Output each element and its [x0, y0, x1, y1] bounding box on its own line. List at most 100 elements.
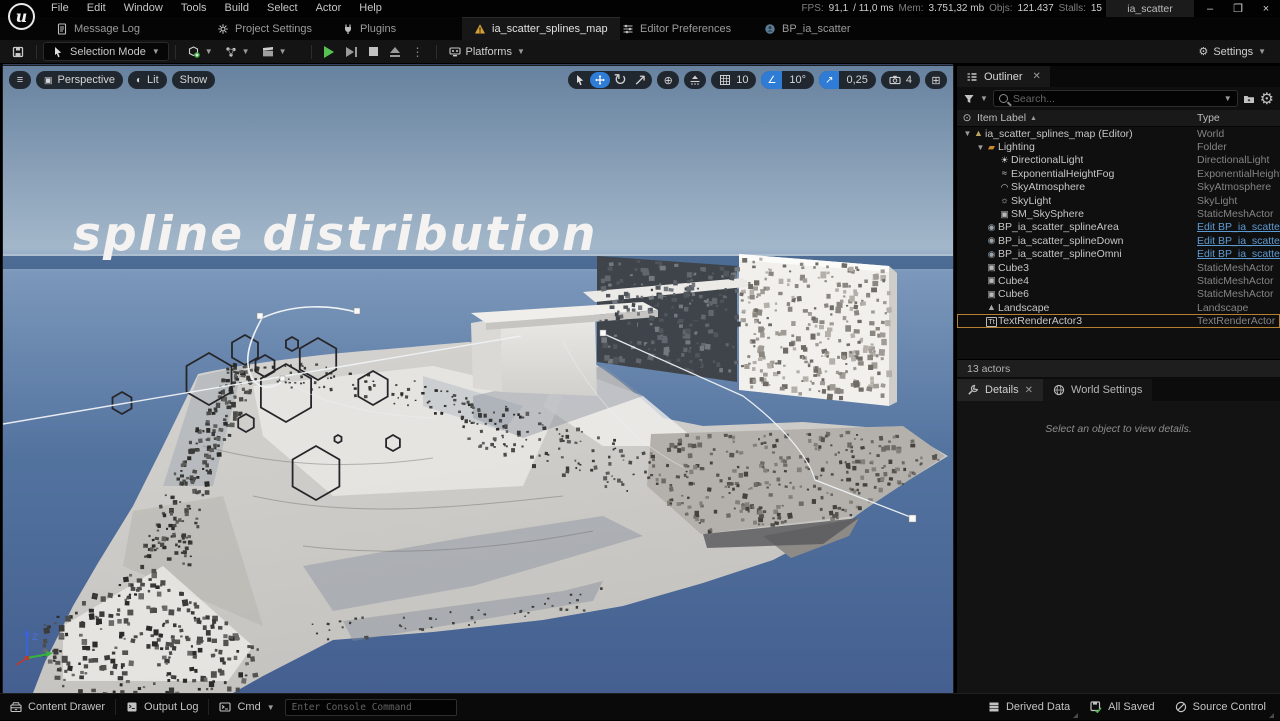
- outliner-row[interactable]: ☼SkyLightSkyLight: [957, 194, 1280, 207]
- row-label[interactable]: ExponentialHeightFog: [1011, 168, 1114, 180]
- viewport-options-button[interactable]: ≡: [9, 71, 31, 89]
- outliner-row[interactable]: ▼▰LightingFolder: [957, 140, 1280, 153]
- tab-world-settings[interactable]: World Settings: [1043, 379, 1152, 401]
- tab-editor-preferences[interactable]: Editor Preferences: [610, 17, 743, 40]
- edit-blueprint-link[interactable]: Edit BP_ia_scatter: [1197, 221, 1280, 233]
- minimize-button[interactable]: –: [1196, 0, 1224, 17]
- rotate-tool-button[interactable]: ↻: [610, 72, 630, 88]
- tab-ia-scatter-splines-map[interactable]: ia_scatter_splines_map: [462, 17, 620, 40]
- select-tool-button[interactable]: [570, 72, 590, 88]
- row-label[interactable]: SkyLight: [1011, 195, 1051, 207]
- maximize-viewport-button[interactable]: ⊞: [925, 71, 947, 89]
- create-folder-icon[interactable]: [1243, 93, 1255, 105]
- console-command-input[interactable]: [285, 699, 457, 716]
- visibility-eye-icon[interactable]: ⊙: [957, 112, 977, 124]
- expander-icon[interactable]: ▼: [976, 143, 985, 152]
- outliner-row[interactable]: ▣Cube6StaticMeshActor: [957, 288, 1280, 301]
- menu-item-window[interactable]: Window: [115, 0, 172, 17]
- scale-snap-control[interactable]: ↗ 0,25: [819, 71, 876, 89]
- outliner-row[interactable]: ▼▲ia_scatter_splines_map (Editor)World: [957, 127, 1280, 140]
- edit-blueprint-link[interactable]: Edit BP_ia_scatter: [1197, 235, 1280, 247]
- outliner-row[interactable]: ☀DirectionalLightDirectionalLight: [957, 154, 1280, 167]
- stop-button[interactable]: [363, 42, 384, 62]
- outliner-row[interactable]: ≈ExponentialHeightFogExponentialHeightFo…: [957, 167, 1280, 180]
- row-label[interactable]: BP_ia_scatter_splineOmni: [998, 248, 1122, 260]
- menu-item-help[interactable]: Help: [350, 0, 391, 17]
- menu-item-actor[interactable]: Actor: [307, 0, 351, 17]
- content-drawer-button[interactable]: Content Drawer: [0, 694, 115, 721]
- play-button[interactable]: [318, 42, 340, 62]
- outliner-search-box[interactable]: ▼: [993, 90, 1238, 107]
- tab-details[interactable]: Details ✕: [957, 379, 1043, 401]
- row-label[interactable]: TextRenderActor3: [998, 315, 1082, 327]
- output-log-button[interactable]: Output Log: [116, 694, 208, 721]
- row-label[interactable]: BP_ia_scatter_splineArea: [998, 221, 1119, 233]
- source-control-button[interactable]: Source Control: [1165, 694, 1276, 721]
- surface-snapping-button[interactable]: [684, 71, 706, 89]
- row-label[interactable]: Cube3: [998, 262, 1029, 274]
- edit-blueprint-link[interactable]: Edit BP_ia_scatter: [1197, 248, 1280, 260]
- derived-data-button[interactable]: Derived Data: [978, 694, 1080, 721]
- row-label[interactable]: ia_scatter_splines_map (Editor): [985, 128, 1133, 140]
- cmd-dropdown[interactable]: Cmd ▼: [209, 694, 284, 721]
- close-icon[interactable]: ✕: [1025, 385, 1033, 396]
- sort-ascending-icon[interactable]: ▲: [1030, 115, 1037, 122]
- tab-bp-ia-scatter[interactable]: BP_ia_scatter: [752, 17, 862, 40]
- menu-item-build[interactable]: Build: [216, 0, 258, 17]
- row-label[interactable]: BP_ia_scatter_splineDown: [998, 235, 1124, 247]
- close-button[interactable]: ×: [1252, 0, 1280, 17]
- view-mode-dropdown[interactable]: ◐ Lit: [128, 71, 167, 89]
- tab-plugins[interactable]: Plugins: [330, 17, 408, 40]
- filter-icon[interactable]: [963, 93, 975, 105]
- menu-item-file[interactable]: File: [42, 0, 78, 17]
- blueprints-button[interactable]: ▼: [219, 42, 256, 62]
- close-icon[interactable]: ✕: [1033, 71, 1041, 82]
- add-actor-button[interactable]: ▼: [182, 42, 219, 62]
- tab-message-log[interactable]: Message Log: [44, 17, 152, 40]
- column-item-label[interactable]: Item Label: [977, 112, 1026, 124]
- outliner-row[interactable]: ◠SkyAtmosphereSkyAtmosphere: [957, 181, 1280, 194]
- outliner-row[interactable]: TtTextRenderActor3TextRenderActor: [957, 314, 1280, 327]
- chevron-down-icon[interactable]: ▼: [980, 94, 988, 103]
- grid-snap-control[interactable]: 10: [711, 71, 756, 89]
- row-label[interactable]: SM_SkySphere: [1011, 208, 1084, 220]
- camera-speed-control[interactable]: 4: [881, 71, 920, 89]
- move-tool-button[interactable]: [590, 72, 610, 88]
- save-button[interactable]: [6, 42, 30, 62]
- tab-project-settings[interactable]: Project Settings: [205, 17, 324, 40]
- cinematics-button[interactable]: ▼: [256, 42, 293, 62]
- outliner-row[interactable]: ◉BP_ia_scatter_splineOmniEdit BP_ia_scat…: [957, 248, 1280, 261]
- outliner-row[interactable]: ▣SM_SkySphereStaticMeshActor: [957, 207, 1280, 220]
- selection-mode-dropdown[interactable]: Selection Mode ▼: [43, 42, 169, 61]
- menu-item-tools[interactable]: Tools: [172, 0, 216, 17]
- row-label[interactable]: Lighting: [998, 141, 1035, 153]
- outliner-row[interactable]: ▲LandscapeLandscape: [957, 301, 1280, 314]
- play-options-button[interactable]: ⋮: [406, 42, 430, 62]
- row-label[interactable]: Cube4: [998, 275, 1029, 287]
- search-input[interactable]: [1013, 93, 1219, 105]
- row-label[interactable]: Cube6: [998, 288, 1029, 300]
- row-label[interactable]: DirectionalLight: [1011, 154, 1083, 166]
- rotation-snap-control[interactable]: ∠ 10°: [761, 71, 814, 89]
- platforms-dropdown[interactable]: Platforms ▼: [443, 42, 531, 62]
- show-dropdown[interactable]: Show: [172, 71, 216, 89]
- world-local-toggle[interactable]: ⊕: [657, 71, 679, 89]
- chevron-down-icon[interactable]: ▼: [1224, 94, 1232, 103]
- frame-skip-button[interactable]: [340, 42, 363, 62]
- outliner-row[interactable]: ◉BP_ia_scatter_splineAreaEdit BP_ia_scat…: [957, 221, 1280, 234]
- outliner-row[interactable]: ▣Cube4StaticMeshActor: [957, 274, 1280, 287]
- all-saved-button[interactable]: All Saved: [1080, 694, 1164, 721]
- menu-item-edit[interactable]: Edit: [78, 0, 115, 17]
- row-label[interactable]: SkyAtmosphere: [1011, 181, 1085, 193]
- eject-button[interactable]: [384, 42, 406, 62]
- column-type-label[interactable]: Type: [1197, 112, 1220, 124]
- menu-item-select[interactable]: Select: [258, 0, 307, 17]
- level-viewport[interactable]: spline distribution: [3, 66, 953, 693]
- row-label[interactable]: Landscape: [998, 302, 1049, 314]
- scale-tool-button[interactable]: ↗: [630, 72, 650, 88]
- restore-button[interactable]: ❐: [1224, 0, 1252, 17]
- settings-dropdown[interactable]: ⚙ Settings ▼: [1192, 42, 1272, 62]
- outliner-settings-gear-icon[interactable]: ⚙: [1260, 89, 1274, 109]
- outliner-row[interactable]: ◉BP_ia_scatter_splineDownEdit BP_ia_scat…: [957, 234, 1280, 247]
- perspective-dropdown[interactable]: ▣ Perspective: [36, 71, 123, 89]
